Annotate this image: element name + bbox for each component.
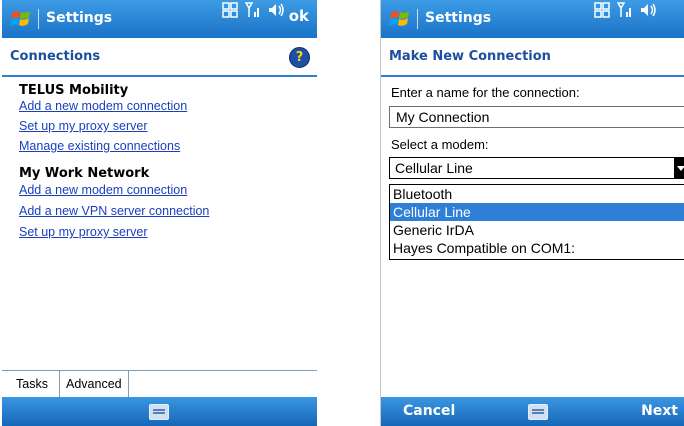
signal-strength-icon[interactable] bbox=[617, 0, 633, 20]
modem-dropdown-list: Bluetooth Cellular Line Generic IrDA Hay… bbox=[389, 184, 684, 260]
windows-flag-icon[interactable] bbox=[10, 8, 32, 30]
link-manage-connections[interactable]: Manage existing connections bbox=[19, 139, 180, 153]
group-heading-telus: TELUS Mobility bbox=[19, 83, 129, 98]
page-title: Settings bbox=[46, 10, 113, 26]
connection-name-label: Enter a name for the connection: bbox=[391, 85, 580, 100]
title-bar: Settings ok bbox=[2, 0, 317, 38]
link-add-modem-work[interactable]: Add a new modem connection bbox=[19, 183, 187, 197]
modem-select-value: Cellular Line bbox=[395, 160, 473, 176]
page-header: Make New Connection ? bbox=[381, 39, 684, 77]
connections-screen: Settings ok Connections ? TELUS Mobility… bbox=[2, 0, 317, 426]
help-icon[interactable]: ? bbox=[289, 47, 310, 68]
modem-select[interactable]: Cellular Line bbox=[389, 157, 684, 179]
connection-name-field[interactable] bbox=[389, 106, 684, 128]
header-title: Make New Connection bbox=[389, 49, 551, 64]
link-add-modem-telus[interactable]: Add a new modem connection bbox=[19, 99, 187, 113]
group-heading-work: My Work Network bbox=[19, 166, 150, 181]
modem-option-bluetooth[interactable]: Bluetooth bbox=[390, 185, 684, 203]
windows-flag-icon[interactable] bbox=[389, 8, 411, 30]
next-button[interactable]: Next bbox=[641, 403, 678, 419]
tab-advanced[interactable]: Advanced bbox=[59, 371, 129, 397]
soft-key-bar: Cancel Next bbox=[381, 397, 684, 426]
page-title: Settings bbox=[425, 10, 492, 26]
title-bar: Settings bbox=[381, 0, 684, 38]
tab-tasks[interactable]: Tasks bbox=[10, 371, 54, 397]
soft-key-bar bbox=[2, 397, 317, 426]
connection-name-input[interactable] bbox=[390, 107, 684, 127]
title-separator bbox=[38, 9, 39, 29]
keyboard-icon[interactable] bbox=[528, 404, 548, 420]
volume-icon[interactable] bbox=[639, 0, 657, 20]
header-title: Connections bbox=[10, 49, 101, 64]
ok-button[interactable]: ok bbox=[289, 7, 309, 25]
tab-strip: Tasks Advanced bbox=[2, 370, 317, 399]
modem-option-hayes-com1[interactable]: Hayes Compatible on COM1: bbox=[390, 239, 684, 257]
signal-strength-icon[interactable] bbox=[245, 0, 261, 20]
modem-label: Select a modem: bbox=[391, 137, 489, 152]
connectivity-icon[interactable] bbox=[594, 0, 610, 20]
page-header: Connections ? bbox=[2, 39, 317, 77]
modem-option-generic-irda[interactable]: Generic IrDA bbox=[390, 221, 684, 239]
title-separator bbox=[417, 9, 418, 29]
link-proxy-work[interactable]: Set up my proxy server bbox=[19, 225, 148, 239]
chevron-down-icon[interactable] bbox=[674, 158, 684, 178]
make-new-connection-screen: Settings Make New Connection ? Enter a n… bbox=[380, 0, 684, 426]
modem-option-cellular-line[interactable]: Cellular Line bbox=[390, 203, 684, 221]
link-proxy-telus[interactable]: Set up my proxy server bbox=[19, 119, 148, 133]
connectivity-icon[interactable] bbox=[222, 0, 238, 20]
link-add-vpn-work[interactable]: Add a new VPN server connection bbox=[19, 204, 209, 218]
volume-icon[interactable] bbox=[267, 0, 285, 20]
keyboard-icon[interactable] bbox=[149, 404, 169, 420]
cancel-button[interactable]: Cancel bbox=[403, 403, 455, 419]
